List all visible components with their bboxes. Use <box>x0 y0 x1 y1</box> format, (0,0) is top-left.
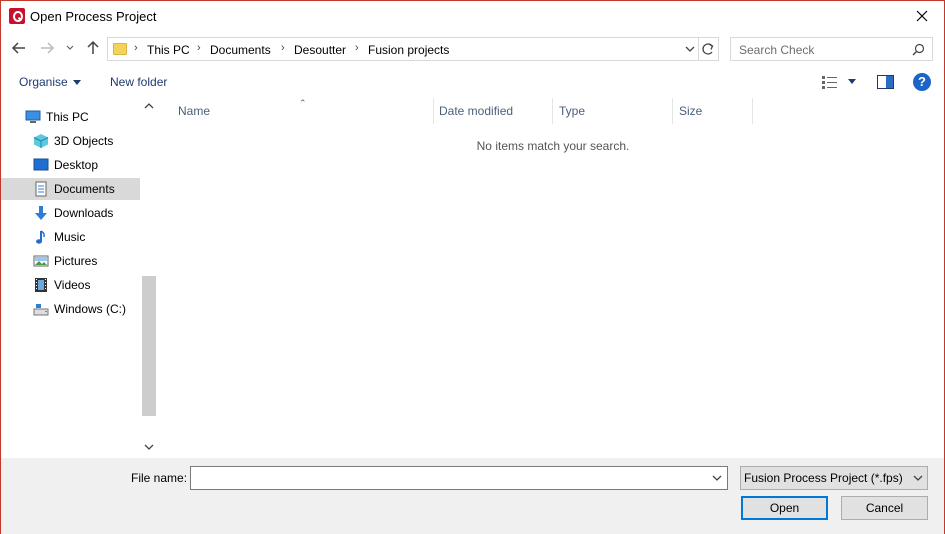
breadcrumb-separator-icon: › <box>281 42 285 54</box>
file-name-input[interactable] <box>190 466 728 490</box>
search-input[interactable]: Search Check <box>739 43 814 57</box>
nav-item-label: Pictures <box>54 254 98 268</box>
nav-item-label: Desktop <box>54 158 99 172</box>
search-box[interactable]: Search Check <box>730 37 933 61</box>
desktop-icon <box>33 158 49 171</box>
nav-item-label: 3D Objects <box>54 134 114 148</box>
download-arrow-icon <box>35 206 47 220</box>
nav-item-label: Videos <box>54 278 91 292</box>
file-type-selected: Fusion Process Project (*.fps) <box>744 471 903 485</box>
nav-item-label: This PC <box>46 110 89 124</box>
up-button[interactable] <box>85 40 103 58</box>
music-note-icon <box>36 230 45 244</box>
nav-item-label: Windows (C:) <box>54 302 127 316</box>
nav-item-videos[interactable]: Videos <box>1 274 140 296</box>
refresh-icon <box>702 43 714 55</box>
close-button[interactable] <box>900 1 944 31</box>
back-button[interactable] <box>11 40 29 58</box>
address-dropdown-button[interactable] <box>682 41 698 57</box>
preview-pane-icon[interactable] <box>877 75 894 89</box>
navigation-row: › This PC › Documents › Desoutter › Fusi… <box>1 35 944 63</box>
close-icon <box>916 10 928 22</box>
chevron-down-icon[interactable] <box>712 474 722 482</box>
nav-item-windows-c[interactable]: Windows (C:) <box>1 298 140 320</box>
nav-item-3d-objects[interactable]: 3D Objects <box>1 130 140 152</box>
open-file-dialog: Open Process Project › This PC › Documen… <box>0 0 945 534</box>
column-divider[interactable] <box>552 98 553 124</box>
view-options-icon[interactable] <box>821 75 839 89</box>
breadcrumb-separator-icon: › <box>134 42 138 54</box>
command-bar: Organise New folder ? <box>1 67 944 97</box>
app-logo-icon <box>9 8 25 24</box>
title-bar: Open Process Project <box>1 1 944 31</box>
file-type-select[interactable]: Fusion Process Project (*.fps) <box>740 466 928 490</box>
column-divider[interactable] <box>672 98 673 124</box>
nav-item-pictures[interactable]: Pictures <box>1 250 140 272</box>
file-list[interactable]: ⌃ Name Date modified Type Size No items … <box>158 98 944 458</box>
back-arrow-icon <box>11 42 25 54</box>
sort-ascending-icon: ⌃ <box>299 98 307 108</box>
chevron-down-icon <box>66 45 74 50</box>
nav-item-label: Downloads <box>54 206 114 220</box>
chevron-down-icon <box>72 80 81 86</box>
open-button[interactable]: Open <box>741 496 828 520</box>
breadcrumb-separator-icon: › <box>355 42 359 54</box>
breadcrumb-this-pc[interactable]: This PC <box>147 43 190 57</box>
scroll-thumb[interactable] <box>142 276 156 416</box>
breadcrumb-documents[interactable]: Documents <box>210 43 271 57</box>
nav-item-music[interactable]: Music <box>1 226 140 248</box>
organise-label: Organise <box>19 75 68 89</box>
search-icon <box>912 43 925 56</box>
breadcrumb-fusion-projects[interactable]: Fusion projects <box>368 43 449 57</box>
organise-menu[interactable]: Organise <box>19 75 81 89</box>
nav-scrollbar[interactable] <box>141 98 157 458</box>
column-header-date-modified[interactable]: Date modified <box>439 104 513 118</box>
new-folder-button[interactable]: New folder <box>110 75 167 89</box>
chevron-down-icon <box>913 475 923 481</box>
nav-item-desktop[interactable]: Desktop <box>1 154 140 176</box>
nav-item-documents[interactable]: Documents <box>1 178 140 200</box>
breadcrumb-separator-icon: › <box>197 42 201 54</box>
file-name-label: File name: <box>131 471 188 485</box>
column-header-name[interactable]: Name <box>178 104 210 118</box>
recent-locations-button[interactable] <box>65 40 83 58</box>
folder-icon <box>113 43 127 55</box>
column-header-size[interactable]: Size <box>679 104 702 118</box>
scroll-down-icon[interactable] <box>144 443 154 451</box>
nav-item-label: Documents <box>54 182 115 196</box>
view-dropdown-icon[interactable] <box>848 79 856 84</box>
navigation-pane: This PC 3D Objects Desktop Documents Dow… <box>1 98 157 458</box>
empty-state-message: No items match your search. <box>476 139 630 153</box>
film-icon <box>35 278 47 292</box>
refresh-button[interactable] <box>699 37 719 61</box>
column-divider[interactable] <box>433 98 434 124</box>
breadcrumb-desoutter[interactable]: Desoutter <box>294 43 346 57</box>
drive-icon <box>33 304 49 316</box>
address-bar[interactable]: › This PC › Documents › Desoutter › Fusi… <box>107 37 699 61</box>
column-divider[interactable] <box>752 98 753 124</box>
dialog-footer: File name: Fusion Process Project (*.fps… <box>1 458 944 534</box>
chevron-down-icon <box>685 46 695 52</box>
nav-item-label: Music <box>54 230 86 244</box>
nav-item-this-pc[interactable]: This PC <box>1 106 140 128</box>
forward-button[interactable] <box>39 40 57 58</box>
up-arrow-icon <box>87 40 99 54</box>
pictures-icon <box>33 255 49 267</box>
nav-item-downloads[interactable]: Downloads <box>1 202 140 224</box>
column-header-type[interactable]: Type <box>559 104 585 118</box>
forward-arrow-icon <box>41 42 55 54</box>
scroll-up-icon[interactable] <box>144 102 154 110</box>
monitor-icon <box>25 110 41 123</box>
cancel-button[interactable]: Cancel <box>841 496 928 520</box>
window-title: Open Process Project <box>30 9 157 24</box>
documents-icon <box>35 181 47 197</box>
cube-icon <box>33 134 49 148</box>
help-icon[interactable]: ? <box>913 73 931 91</box>
